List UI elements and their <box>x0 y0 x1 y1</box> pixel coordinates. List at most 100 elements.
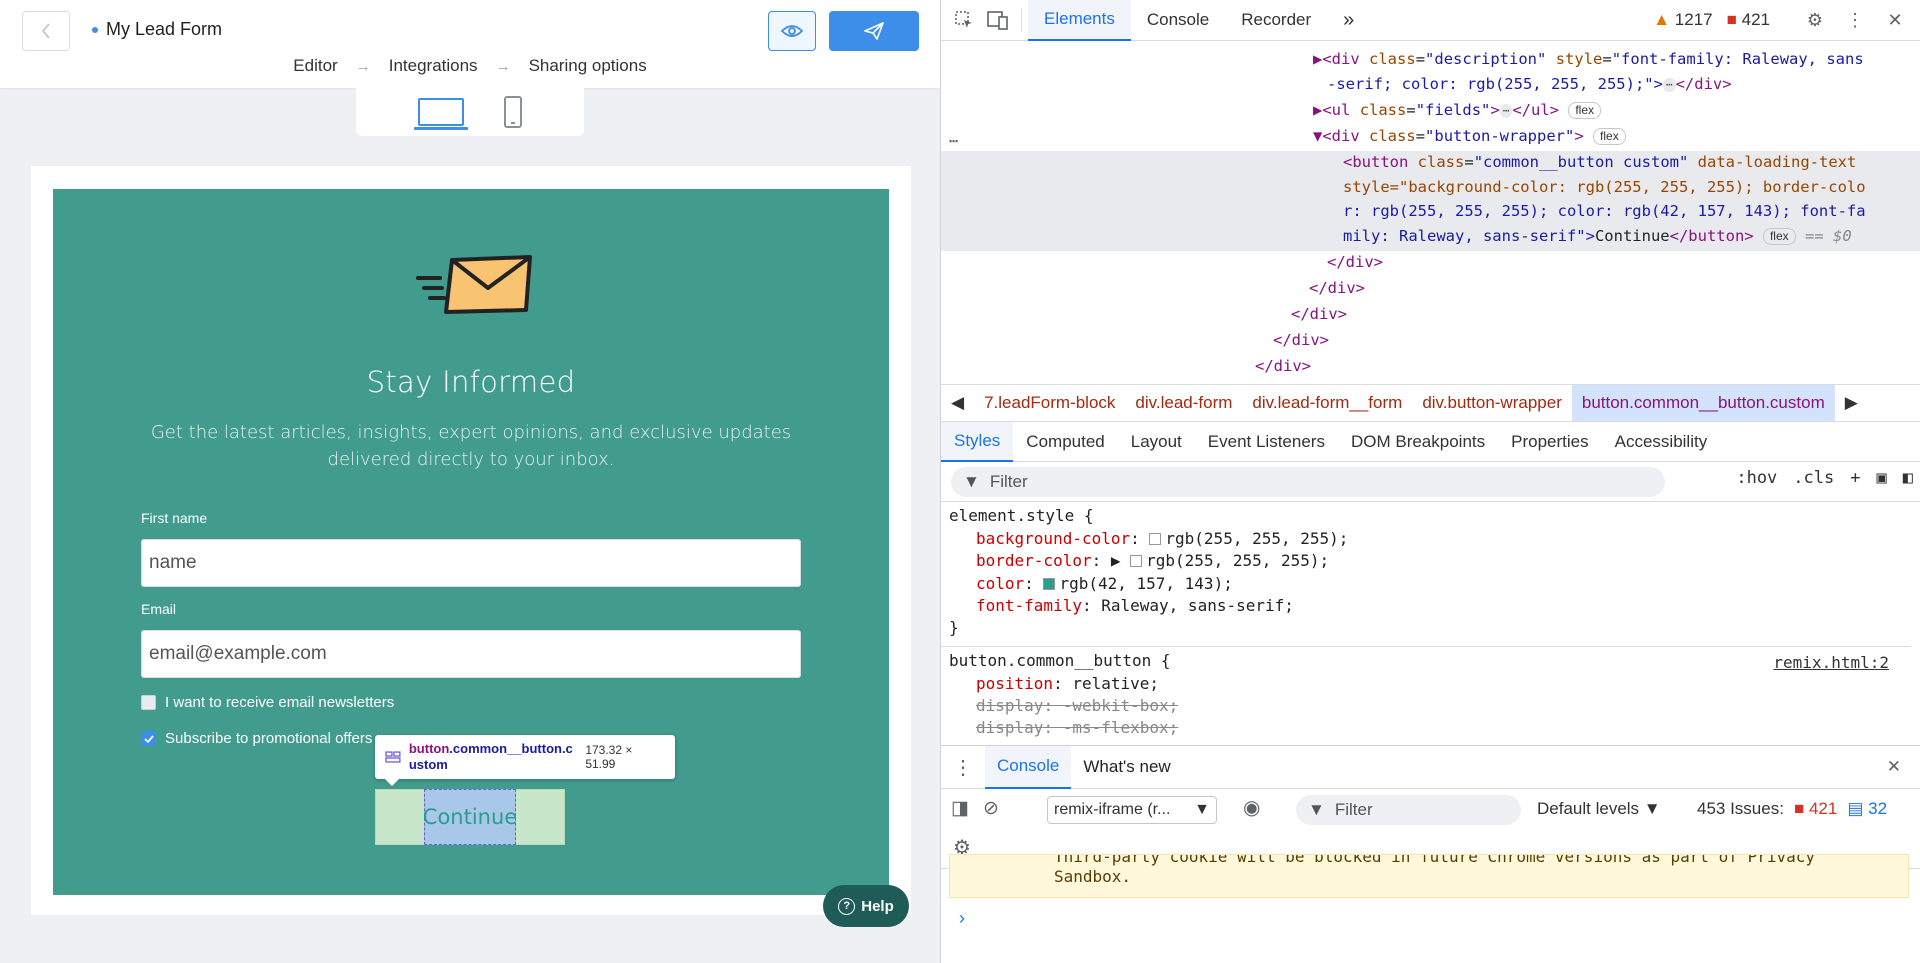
dom-close-div[interactable]: </div> <box>1327 250 1383 276</box>
step-sharing-options[interactable]: Sharing options <box>529 56 647 76</box>
inspect-element-icon[interactable] <box>947 0 981 40</box>
breadcrumb-item[interactable]: 7.leadForm-block <box>974 393 1125 413</box>
breadcrumb-item[interactable]: div.lead-form__form <box>1242 393 1412 413</box>
preview-button[interactable] <box>768 11 816 51</box>
dom-close-div[interactable]: </div> <box>1273 328 1329 354</box>
email-field[interactable]: email@example.com <box>141 630 801 678</box>
more-tabs-icon[interactable]: » <box>1327 0 1370 41</box>
collapsed-children-icon[interactable]: ⋯ <box>1662 77 1676 92</box>
rule-selector[interactable]: button.common__button { <box>949 650 1171 673</box>
mobile-view-icon[interactable] <box>504 96 522 128</box>
dom-node-fields[interactable]: ▶<ul class="fields"> ⋯ </ul> flex <box>1313 98 1602 124</box>
flex-badge[interactable]: flex <box>1593 128 1626 145</box>
context-select[interactable]: remix-iframe (r... ▼ <box>1047 796 1217 824</box>
rule-selector[interactable]: element.style { <box>949 505 1094 528</box>
styles-pane[interactable]: element.style { background-color: rgb(25… <box>941 502 1911 742</box>
dom-close-div[interactable]: </div> <box>1291 302 1347 328</box>
dom-close-div[interactable]: </div> <box>1309 276 1365 302</box>
kebab-menu-icon[interactable]: ⋮ <box>1838 0 1872 40</box>
style-property[interactable]: position: relative; <box>976 673 1159 696</box>
desktop-view-icon[interactable] <box>414 98 468 130</box>
tab-layout[interactable]: Layout <box>1118 422 1195 462</box>
promo-offers-checkbox[interactable]: Subscribe to promotional offers <box>141 730 372 747</box>
breadcrumb-scroll-right-icon[interactable]: ▶ <box>1835 393 1868 413</box>
flex-badge[interactable]: flex <box>1568 102 1602 119</box>
tab-recorder[interactable]: Recorder <box>1225 0 1327 41</box>
issue-counters[interactable]: ▲ 1217 ■ 421 <box>1653 10 1770 30</box>
back-button[interactable] <box>22 11 70 51</box>
node-actions-icon[interactable]: ⋯ <box>949 129 958 155</box>
close-drawer-icon[interactable]: ✕ <box>1875 746 1913 789</box>
attr-value: "common__button custom" <box>1473 153 1689 171</box>
step-integrations[interactable]: Integrations <box>389 56 478 76</box>
gear-icon[interactable]: ⚙ <box>1798 0 1832 40</box>
toggle-sidebar-icon[interactable]: ◧ <box>1903 468 1913 488</box>
style-property[interactable]: background-color: rgb(255, 255, 255); <box>976 528 1348 551</box>
step-arrow-icon: → <box>355 57 371 75</box>
dom-node-button-wrapper[interactable]: ▼<div class="button-wrapper"> flex <box>1313 124 1626 150</box>
style-property[interactable]: font-family: Raleway, sans-serif; <box>976 595 1294 618</box>
style-property[interactable]: color: rgb(42, 157, 143); <box>976 573 1233 596</box>
dom-close-div[interactable]: </div> <box>1255 354 1311 380</box>
form-title[interactable]: My Lead Form <box>92 19 222 40</box>
tab-event-listeners[interactable]: Event Listeners <box>1195 422 1338 462</box>
step-editor[interactable]: Editor <box>293 56 337 76</box>
publish-button[interactable] <box>829 11 919 51</box>
breadcrumb-item[interactable]: div.button-wrapper <box>1412 393 1572 413</box>
newsletter-checkbox[interactable]: I want to receive email newsletters <box>141 694 394 711</box>
color-swatch-icon[interactable] <box>1043 578 1056 590</box>
drawer-menu-icon[interactable]: ⋮ <box>941 746 985 789</box>
eye-icon[interactable]: ◉ <box>1243 795 1260 820</box>
clear-console-icon[interactable]: ⊘ <box>983 797 999 820</box>
breadcrumb-item-active[interactable]: button.common__button.custom <box>1571 385 1835 421</box>
issues-counter[interactable]: 453 Issues: ■ 421 ▤ 32 <box>1697 799 1887 819</box>
flex-badge[interactable]: flex <box>1762 228 1796 245</box>
style-property-overridden[interactable]: display: -webkit-box; <box>976 695 1178 718</box>
device-toolbar-icon[interactable] <box>981 0 1015 40</box>
color-swatch-icon[interactable] <box>1149 533 1162 545</box>
help-button[interactable]: ? Help <box>823 885 909 927</box>
sidebar-toggle-icon[interactable]: ◨ <box>951 797 969 820</box>
node-arrow-expanded-icon: ▼ <box>1313 127 1323 145</box>
paintbrush-icon[interactable]: ▣ <box>1877 468 1887 488</box>
first-name-field[interactable]: name <box>141 539 801 587</box>
hover-state-toggle[interactable]: :hov <box>1736 468 1777 488</box>
styles-filter-input[interactable]: ▼ Filter <box>951 466 1665 497</box>
dom-tree[interactable]: ⋯ ▶<div class="description" style="font-… <box>941 41 1920 384</box>
new-rule-icon[interactable]: + <box>1850 468 1860 488</box>
node-tag: <button <box>1343 153 1409 171</box>
attr-value: "font-family: Raleway, sans <box>1611 50 1864 68</box>
continue-button[interactable]: Continue <box>375 789 565 845</box>
style-property-overridden[interactable]: display: -ms-flexbox; <box>976 717 1178 740</box>
drawer-tab-console[interactable]: Console <box>985 745 1072 789</box>
tab-console[interactable]: Console <box>1131 0 1225 41</box>
tooltip-tag: button <box>408 741 450 756</box>
rule-source-link[interactable]: remix.html:2 <box>1773 652 1889 675</box>
console-filter-input[interactable]: ▼ Filter <box>1296 795 1521 825</box>
console-prompt-icon[interactable]: › <box>959 908 965 929</box>
tab-properties[interactable]: Properties <box>1498 422 1601 462</box>
tab-computed[interactable]: Computed <box>1013 422 1117 462</box>
drawer-tab-whats-new[interactable]: What's new <box>1071 746 1182 789</box>
dom-node-description[interactable]: ▶<div class="description" style="font-fa… <box>1313 47 1864 73</box>
color-swatch-icon[interactable] <box>1130 555 1143 567</box>
attr-value: "description" <box>1425 50 1547 68</box>
collapsed-children-icon[interactable]: ⋯ <box>1499 103 1513 118</box>
expand-arrow-icon[interactable]: ▶ <box>1111 551 1121 570</box>
breadcrumb-item[interactable]: div.lead-form <box>1125 393 1242 413</box>
issues-error-count: 421 <box>1808 799 1838 818</box>
device-toggle <box>356 88 584 136</box>
tab-accessibility[interactable]: Accessibility <box>1602 422 1721 462</box>
class-toggle[interactable]: .cls <box>1793 468 1834 488</box>
tab-elements[interactable]: Elements <box>1028 0 1131 41</box>
checkbox-checked-icon[interactable] <box>141 731 156 746</box>
node-tag: <ul <box>1322 101 1351 119</box>
close-icon[interactable]: ✕ <box>1878 0 1912 40</box>
tab-styles[interactable]: Styles <box>941 421 1014 462</box>
checkbox-unchecked-icon[interactable] <box>141 695 156 710</box>
dom-node-button[interactable]: <button class="common__button custom" da… <box>1343 150 1856 176</box>
tab-dom-breakpoints[interactable]: DOM Breakpoints <box>1338 422 1498 462</box>
log-levels-dropdown[interactable]: Default levels ▼ <box>1537 799 1661 819</box>
breadcrumb-scroll-left-icon[interactable]: ◀ <box>941 393 974 413</box>
style-property[interactable]: border-color: ▶ rgb(255, 255, 255); <box>976 550 1329 573</box>
